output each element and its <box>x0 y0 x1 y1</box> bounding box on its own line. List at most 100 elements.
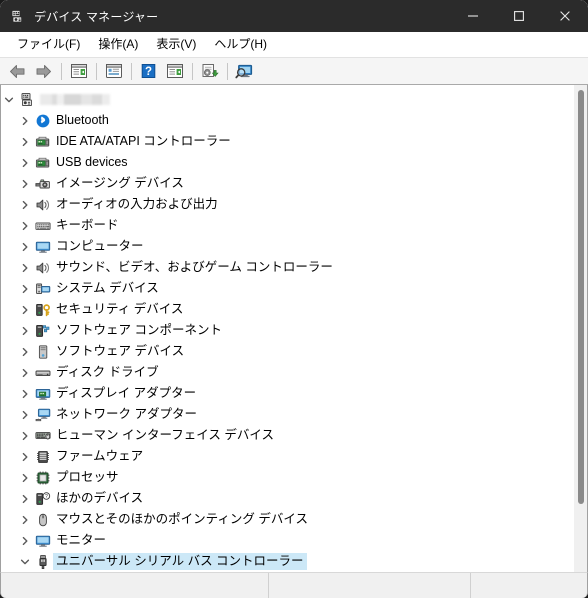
chevron-down-icon[interactable] <box>1 89 17 110</box>
toolbar-separator <box>61 62 62 80</box>
update-driver-icon[interactable] <box>197 60 222 83</box>
toolbar: ? <box>0 57 588 85</box>
tree-row-label: ファームウェア <box>56 449 144 463</box>
tree-row-label: コンピューター <box>56 239 144 253</box>
display-adapter-icon <box>33 383 53 404</box>
scan-hardware-changes-icon[interactable] <box>162 60 187 83</box>
status-cell-1 <box>1 573 269 598</box>
chevron-right-icon[interactable] <box>17 530 33 551</box>
tree-row-label: セキュリティ デバイス <box>56 302 184 316</box>
chevron-right-icon[interactable] <box>17 110 33 131</box>
device-manager-window: デバイス マネージャー ファイル(F) 操作(A) 表示(V) ヘルプ(H) ?… <box>0 0 588 598</box>
tree-row-21[interactable]: ユニバーサル シリアル バス コントローラー <box>1 551 573 572</box>
tree-row-4[interactable]: オーディオの入力および出力 <box>1 194 573 215</box>
chevron-right-icon[interactable] <box>17 236 33 257</box>
properties-icon[interactable] <box>101 60 126 83</box>
tree-row-6[interactable]: コンピューター <box>1 236 573 257</box>
tree-row-label: Bluetooth <box>56 113 109 127</box>
tree-row-label: キーボード <box>56 218 119 232</box>
vertical-scrollbar[interactable] <box>573 85 587 572</box>
chevron-right-icon[interactable] <box>17 404 33 425</box>
chevron-right-icon[interactable] <box>17 341 33 362</box>
menu-file[interactable]: ファイル(F) <box>8 32 89 56</box>
firmware-icon <box>33 446 53 467</box>
processor-icon <box>33 467 53 488</box>
menu-help[interactable]: ヘルプ(H) <box>205 32 276 56</box>
chevron-right-icon[interactable] <box>17 257 33 278</box>
tree-row-8[interactable]: システム デバイス <box>1 278 573 299</box>
tree-row-1[interactable]: IDE ATA/ATAPI コントローラー <box>1 131 573 152</box>
tree-row-15[interactable]: ヒューマン インターフェイス デバイス <box>1 425 573 446</box>
display-devices-icon[interactable] <box>232 60 257 83</box>
device-manager-icon <box>10 8 26 24</box>
chevron-right-icon[interactable] <box>17 467 33 488</box>
status-cell-3 <box>471 573 587 598</box>
network-adapter-icon <box>33 404 53 425</box>
ide-controller-icon <box>33 152 53 173</box>
toolbar-separator <box>192 62 193 80</box>
tree-row-17[interactable]: プロセッサ <box>1 467 573 488</box>
status-bar <box>0 572 588 598</box>
minimize-button[interactable] <box>450 0 496 32</box>
window-title: デバイス マネージャー <box>34 9 159 24</box>
chevron-right-icon[interactable] <box>17 383 33 404</box>
tree-row-root[interactable] <box>1 89 573 110</box>
tree-row-0[interactable]: Bluetooth <box>1 110 573 131</box>
back-arrow-icon[interactable] <box>5 60 30 83</box>
help-icon[interactable]: ? <box>136 60 161 83</box>
tree-row-10[interactable]: ソフトウェア コンポーネント <box>1 320 573 341</box>
tree-row-16[interactable]: ファームウェア <box>1 446 573 467</box>
tree-row-20[interactable]: モニター <box>1 530 573 551</box>
tree-row-label: プロセッサ <box>56 470 119 484</box>
audio-io-icon <box>33 194 53 215</box>
tree-row-18[interactable]: ? ほかのデバイス <box>1 488 573 509</box>
chevron-right-icon[interactable] <box>17 173 33 194</box>
tree-row-11[interactable]: ソフトウェア デバイス <box>1 341 573 362</box>
tree-row-12[interactable]: ディスク ドライブ <box>1 362 573 383</box>
tree-row-5[interactable]: キーボード <box>1 215 573 236</box>
toolbar-separator <box>96 62 97 80</box>
chevron-down-icon[interactable] <box>17 551 33 572</box>
tree-row-label: ソフトウェア デバイス <box>56 344 185 358</box>
chevron-right-icon[interactable] <box>17 362 33 383</box>
chevron-right-icon[interactable] <box>17 194 33 215</box>
tree-row-3[interactable]: イメージング デバイス <box>1 173 573 194</box>
chevron-right-icon[interactable] <box>17 425 33 446</box>
chevron-right-icon[interactable] <box>17 278 33 299</box>
menu-bar: ファイル(F) 操作(A) 表示(V) ヘルプ(H) <box>0 32 588 57</box>
tree-row-19[interactable]: マウスとそのほかのポインティング デバイス <box>1 509 573 530</box>
device-tree[interactable]: Bluetooth IDE ATA/ATAPI コントローラー USB device… <box>1 85 573 572</box>
tree-row-13[interactable]: ディスプレイ アダプター <box>1 383 573 404</box>
bluetooth-icon <box>33 110 53 131</box>
chevron-right-icon[interactable] <box>17 446 33 467</box>
tree-row-label: ディスク ドライブ <box>56 365 159 379</box>
device-tree-pane: Bluetooth IDE ATA/ATAPI コントローラー USB device… <box>0 85 588 572</box>
tree-row-14[interactable]: ネットワーク アダプター <box>1 404 573 425</box>
show-hide-console-tree-icon[interactable] <box>66 60 91 83</box>
status-cell-2 <box>269 573 471 598</box>
title-bar[interactable]: デバイス マネージャー <box>0 0 588 32</box>
other-device-icon: ? <box>33 488 53 509</box>
scrollbar-thumb[interactable] <box>578 90 584 504</box>
chevron-right-icon[interactable] <box>17 215 33 236</box>
chevron-right-icon[interactable] <box>17 152 33 173</box>
chevron-right-icon[interactable] <box>17 488 33 509</box>
tree-row-2[interactable]: USB devices <box>1 152 573 173</box>
keyboard-icon <box>33 215 53 236</box>
tree-row-label: ディスプレイ アダプター <box>56 386 197 400</box>
chevron-right-icon[interactable] <box>17 320 33 341</box>
chevron-right-icon[interactable] <box>17 509 33 530</box>
close-button[interactable] <box>542 0 588 32</box>
tree-row-7[interactable]: サウンド、ビデオ、およびゲーム コントローラー <box>1 257 573 278</box>
tree-row-9[interactable]: セキュリティ デバイス <box>1 299 573 320</box>
menu-view[interactable]: 表示(V) <box>147 32 205 56</box>
menu-action[interactable]: 操作(A) <box>89 32 147 56</box>
tree-row-label: モニター <box>56 533 107 547</box>
chevron-right-icon[interactable] <box>17 131 33 152</box>
maximize-button[interactable] <box>496 0 542 32</box>
chevron-right-icon[interactable] <box>17 299 33 320</box>
computer-icon <box>17 89 37 110</box>
tree-root-label <box>37 91 113 108</box>
forward-arrow-icon[interactable] <box>31 60 56 83</box>
toolbar-separator <box>131 62 132 80</box>
